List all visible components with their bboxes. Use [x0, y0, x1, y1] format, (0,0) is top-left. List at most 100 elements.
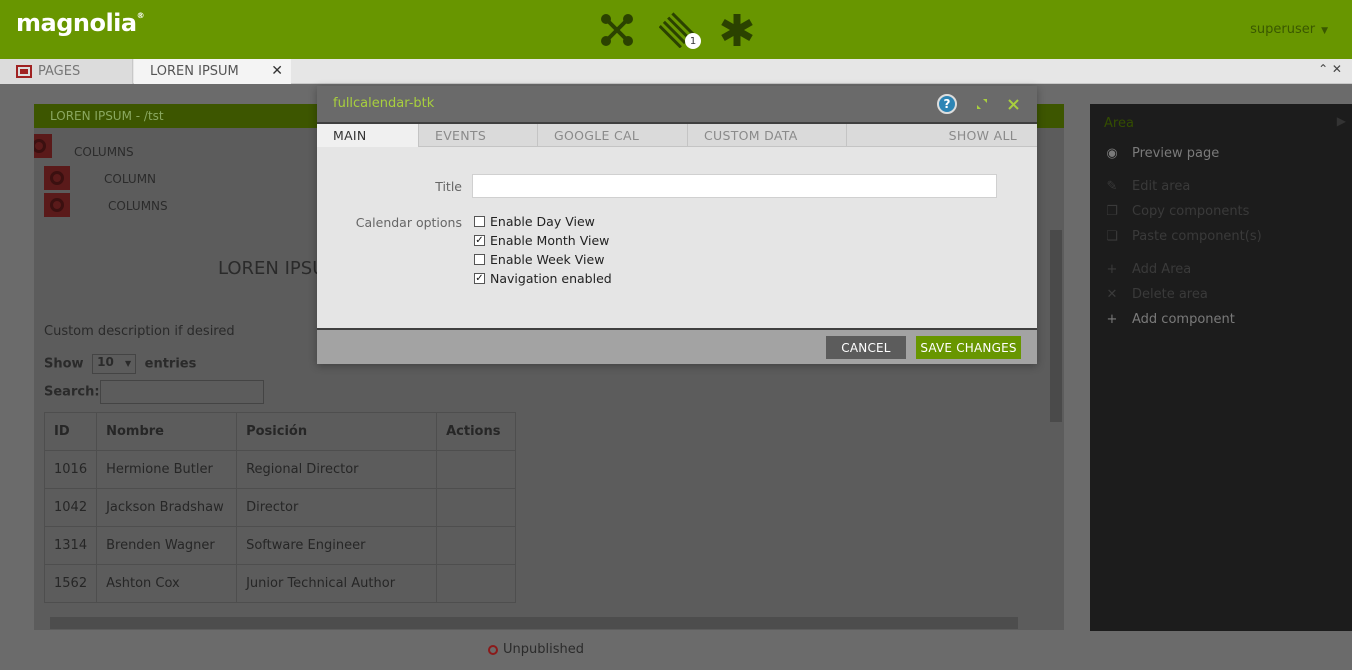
- top-bar: magnolia® 1 superuser ▼: [0, 0, 1352, 59]
- app-tab-bar: PAGES LOREN IPSUM ✕ ⌃ ✕: [0, 59, 1352, 84]
- status-dot-icon: [488, 644, 498, 655]
- search-control: Search:: [44, 380, 264, 404]
- cancel-button[interactable]: CANCEL: [826, 336, 906, 359]
- option-enable-day-view[interactable]: Enable Day View: [474, 214, 595, 229]
- tab-custom-data[interactable]: CUSTOM DATA: [688, 124, 847, 147]
- table-header-row: ID Nombre Posición Actions: [43, 412, 516, 451]
- area-row-columns-2[interactable]: COLUMNS: [108, 199, 168, 213]
- pages-icon: [16, 65, 32, 78]
- table-row[interactable]: 1314 Brenden Wagner Software Engineer: [43, 526, 516, 565]
- table-cell: [436, 526, 516, 565]
- option-enable-week-view[interactable]: Enable Week View: [474, 252, 604, 267]
- chevron-down-icon: ▼: [1321, 26, 1328, 36]
- magnolia-logo[interactable]: magnolia®: [16, 9, 145, 37]
- checkbox-checked[interactable]: ✓: [474, 235, 485, 246]
- checkbox-unchecked[interactable]: [474, 254, 485, 265]
- table-row[interactable]: 1016 Hermione Butler Regional Director: [43, 450, 516, 489]
- tab-pages[interactable]: PAGES: [0, 59, 133, 84]
- tab-loren-ipsum-label: LOREN IPSUM: [150, 64, 239, 79]
- table-cell: [436, 564, 516, 603]
- column-header[interactable]: Nombre: [96, 412, 238, 451]
- action-copy-components[interactable]: ❐ Copy components: [1104, 204, 1249, 219]
- user-menu[interactable]: superuser ▼: [1250, 22, 1328, 37]
- action-delete-area[interactable]: ✕ Delete area: [1104, 287, 1208, 302]
- expand-icon[interactable]: [972, 94, 992, 114]
- entries-label: entries: [144, 356, 197, 372]
- title-label: Title: [435, 179, 462, 194]
- component-icon[interactable]: [34, 134, 52, 158]
- dialog-tab-bar: MAIN EVENTS GOOGLE CAL CUSTOM DATA SHOW …: [317, 122, 1037, 147]
- chevron-right-icon[interactable]: ▶: [1337, 114, 1346, 128]
- action-preview-page[interactable]: ◉ Preview page: [1104, 146, 1219, 161]
- tab-pages-label: PAGES: [38, 64, 81, 79]
- table-cell: Brenden Wagner: [96, 526, 238, 565]
- tab-events[interactable]: EVENTS: [419, 124, 538, 147]
- horizontal-scrollbar[interactable]: [50, 617, 1018, 629]
- action-edit-area[interactable]: ✎ Edit area: [1104, 179, 1191, 194]
- dialog-header: fullcalendar-btk ?: [317, 86, 1037, 122]
- table-cell: [436, 450, 516, 489]
- action-paste-components[interactable]: ❏ Paste component(s): [1104, 229, 1262, 244]
- search-input[interactable]: [99, 380, 264, 404]
- save-changes-button[interactable]: SAVE CHANGES: [916, 336, 1021, 359]
- pencil-icon: ✎: [1106, 179, 1118, 194]
- title-input[interactable]: [472, 174, 997, 198]
- search-label: Search:: [44, 384, 100, 400]
- show-label: Show: [44, 356, 84, 372]
- table-cell: [436, 488, 516, 527]
- action-label: Edit area: [1132, 179, 1191, 194]
- edit-dialog: fullcalendar-btk ? MAIN EVENTS GOOGLE CA…: [317, 86, 1037, 364]
- table-row[interactable]: 1562 Ashton Cox Junior Technical Author: [43, 564, 516, 603]
- checkbox-unchecked[interactable]: [474, 216, 485, 227]
- action-add-area[interactable]: + Add Area: [1104, 262, 1192, 277]
- table-row[interactable]: 1042 Jackson Bradshaw Director: [43, 488, 516, 527]
- option-navigation-enabled[interactable]: ✓ Navigation enabled: [474, 271, 612, 286]
- tab-google-cal[interactable]: GOOGLE CAL: [538, 124, 688, 147]
- dialog-footer: CANCEL SAVE CHANGES: [317, 328, 1037, 364]
- option-label: Enable Week View: [490, 252, 605, 267]
- show-entries-control: Show 10 ▼ entries: [44, 354, 196, 374]
- table-cell: Regional Director: [236, 450, 438, 489]
- column-header[interactable]: Posición: [236, 412, 438, 451]
- action-add-component[interactable]: + Add component: [1104, 312, 1235, 327]
- area-row-column[interactable]: COLUMN: [104, 172, 156, 186]
- table-cell: Ashton Cox: [96, 564, 238, 603]
- action-label: Delete area: [1132, 287, 1208, 302]
- action-label: Add Area: [1132, 262, 1192, 277]
- action-panel: Area ▶ ◉ Preview page ✎ Edit area ❐ Copy…: [1090, 104, 1352, 631]
- eye-icon: ◉: [1106, 146, 1118, 161]
- option-label: Navigation enabled: [490, 271, 612, 286]
- action-label: Paste component(s): [1132, 229, 1262, 244]
- apps-icon[interactable]: [597, 10, 637, 50]
- close-icon[interactable]: [1003, 94, 1023, 114]
- entries-select[interactable]: 10 ▼: [92, 354, 137, 374]
- area-row-columns[interactable]: COLUMNS: [74, 145, 134, 159]
- tab-main[interactable]: MAIN: [317, 124, 419, 147]
- table-cell: Hermione Butler: [96, 450, 238, 489]
- help-icon[interactable]: ?: [937, 94, 957, 114]
- column-header[interactable]: Actions: [436, 412, 516, 451]
- window-controls[interactable]: ⌃ ✕: [1318, 62, 1342, 76]
- tab-show-all[interactable]: SHOW ALL: [847, 124, 1037, 147]
- plus-icon: +: [1106, 312, 1118, 327]
- notification-badge: 1: [685, 33, 701, 49]
- component-icon[interactable]: [44, 166, 70, 190]
- dialog-body: Title Calendar options Enable Day View ✓…: [317, 147, 1037, 328]
- tab-loren-ipsum[interactable]: LOREN IPSUM ✕: [134, 59, 291, 84]
- table-cell: Jackson Bradshaw: [96, 488, 238, 527]
- component-icon[interactable]: [44, 193, 70, 217]
- plus-icon: +: [1106, 262, 1118, 277]
- table-cell: Director: [236, 488, 438, 527]
- entries-value: 10: [97, 355, 114, 369]
- calendar-options-label: Calendar options: [355, 215, 462, 230]
- action-label: Preview page: [1132, 146, 1220, 161]
- panel-title: Area: [1104, 116, 1134, 131]
- publish-status: Unpublished: [488, 642, 584, 657]
- close-icon[interactable]: ✕: [271, 63, 283, 79]
- paste-icon: ❏: [1106, 229, 1118, 244]
- favorites-icon[interactable]: [717, 10, 757, 50]
- checkbox-checked[interactable]: ✓: [474, 273, 485, 284]
- vertical-scrollbar[interactable]: [1050, 230, 1062, 422]
- column-header[interactable]: ID: [43, 412, 98, 451]
- option-enable-month-view[interactable]: ✓ Enable Month View: [474, 233, 609, 248]
